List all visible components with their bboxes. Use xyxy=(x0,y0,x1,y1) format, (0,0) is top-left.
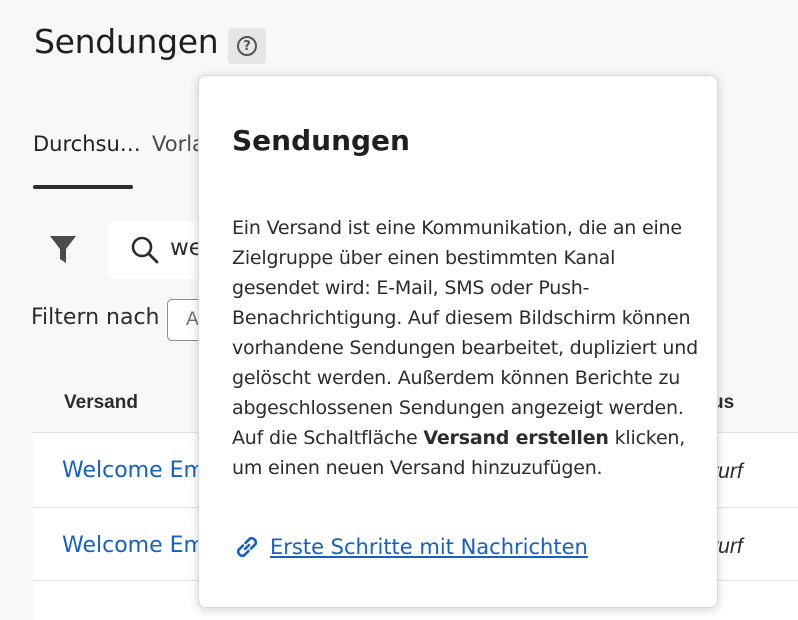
popover-body-bold: Versand erstellen xyxy=(423,427,609,449)
help-button[interactable]: ? xyxy=(228,28,266,64)
popover-body: Ein Versand ist eine Kommunikation, die … xyxy=(232,213,707,483)
page-title: Sendungen xyxy=(34,22,219,61)
filter-select-value: A xyxy=(186,309,199,330)
funnel-icon[interactable] xyxy=(48,233,78,267)
row-name-link[interactable]: Welcome Em xyxy=(62,533,205,558)
search-icon xyxy=(131,236,159,264)
filter-label: Filtern nach xyxy=(31,305,160,330)
popover-title: Sendungen xyxy=(232,124,410,157)
row-name-link[interactable]: Welcome Em xyxy=(62,458,205,483)
help-circle-icon: ? xyxy=(237,36,257,56)
popover-link-text[interactable]: Erste Schritte mit Nachrichten xyxy=(270,535,588,559)
tab-durchsuchen[interactable]: Durchsu… xyxy=(33,132,141,156)
column-header-versand[interactable]: Versand xyxy=(64,392,138,414)
popover-link[interactable]: Erste Schritte mit Nachrichten xyxy=(232,532,588,562)
help-popover: Sendungen Ein Versand ist eine Kommunika… xyxy=(198,75,718,608)
tab-selected-indicator xyxy=(33,185,133,189)
tab-vorlagen[interactable]: Vorla xyxy=(152,132,205,156)
popover-body-text: Ein Versand ist eine Kommunikation, die … xyxy=(232,217,698,449)
link-icon xyxy=(236,536,258,558)
